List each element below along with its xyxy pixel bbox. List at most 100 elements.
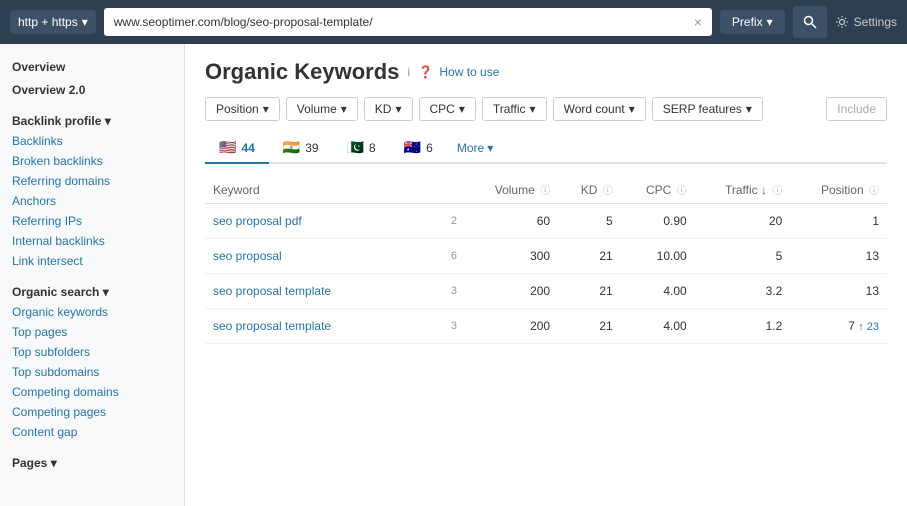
us-flag-icon: 🇺🇸 [219,139,236,156]
col-traffic: Traffic ↓ ⓘ [695,176,791,204]
position-cell: 7 ↑ 23 [790,309,887,344]
sidebar-item-top-subdomains[interactable]: Top subdomains [0,362,184,382]
tab-in[interactable]: 🇮🇳 39 [269,133,333,164]
cpc-cell: 10.00 [621,239,695,274]
more-button[interactable]: More ▾ [447,135,503,161]
keyword-cell: seo proposal pdf [205,204,425,239]
keyword-link[interactable]: seo proposal template [213,319,331,333]
kd-filter[interactable]: KD ▾ [364,97,413,121]
cpc-info-icon[interactable]: ⓘ [677,186,687,197]
settings-button[interactable]: Settings [835,15,897,29]
volume-cell: 200 [465,274,558,309]
col-kd: KD ⓘ [558,176,621,204]
title-info-icon[interactable]: i [407,65,410,79]
au-count: 6 [426,141,433,155]
sidebar-item-link-intersect[interactable]: Link intersect [0,251,184,271]
cpc-cell: 4.00 [621,274,695,309]
keyword-cell: seo proposal template [205,309,425,344]
volume-info-icon[interactable]: ⓘ [540,186,550,197]
traffic-filter[interactable]: Traffic ▾ [482,97,547,121]
volume-filter[interactable]: Volume ▾ [286,97,358,121]
sidebar-overview[interactable]: Overview [0,54,184,77]
protocol-chevron: ▾ [82,15,88,29]
sidebar-item-competing-domains[interactable]: Competing domains [0,382,184,402]
traffic-info-icon[interactable]: ⓘ [772,186,782,197]
sidebar: Overview Overview 2.0 Backlink profile ▾… [0,44,185,506]
cpc-cell: 4.00 [621,309,695,344]
col-cpc: CPC ⓘ [621,176,695,204]
protocol-label: http + https [18,15,78,29]
cpc-filter[interactable]: CPC ▾ [419,97,476,121]
sidebar-organic-search[interactable]: Organic search ▾ [0,279,184,302]
keyword-link[interactable]: seo proposal pdf [213,214,302,228]
how-to-use-link[interactable]: ❓ How to use [418,65,499,79]
sidebar-backlink-profile[interactable]: Backlink profile ▾ [0,108,184,131]
sidebar-item-organic-keywords[interactable]: Organic keywords [0,302,184,322]
table-row: seo proposal template 3 200 21 4.00 3.2 … [205,274,887,309]
sidebar-item-content-gap[interactable]: Content gap [0,422,184,442]
col-position: Position ⓘ [790,176,887,204]
kd-info-icon[interactable]: ⓘ [603,186,613,197]
position-cell: 13 [790,274,887,309]
wordcount-filter-chevron: ▾ [629,102,635,116]
serp-filter-chevron: ▾ [746,102,752,116]
sidebar-overview2[interactable]: Overview 2.0 [0,77,184,100]
tab-au[interactable]: 🇦🇺 6 [390,133,447,164]
keyword-link[interactable]: seo proposal [213,249,282,263]
traffic-cell: 5 [695,239,791,274]
table-row: seo proposal pdf 2 60 5 0.90 20 1 [205,204,887,239]
page-title: Organic Keywords [205,59,399,85]
keyword-link[interactable]: seo proposal template [213,284,331,298]
us-count: 44 [241,141,254,155]
keyword-cell: seo proposal [205,239,425,274]
prefix-select[interactable]: Prefix ▾ [720,10,785,34]
tab-us[interactable]: 🇺🇸 44 [205,133,269,164]
table-header-row: Keyword Volume ⓘ KD ⓘ CPC ⓘ [205,176,887,204]
position-filter[interactable]: Position ▾ [205,97,280,121]
protocol-select[interactable]: http + https ▾ [10,10,96,34]
traffic-cell: 1.2 [695,309,791,344]
filters-row: Position ▾ Volume ▾ KD ▾ CPC ▾ Traffic ▾… [205,97,887,121]
position-filter-chevron: ▾ [263,102,269,116]
sidebar-pages[interactable]: Pages ▾ [0,450,184,473]
search-icon [803,15,817,29]
volume-filter-label: Volume [297,102,337,116]
serp-filter[interactable]: SERP features ▾ [652,97,763,121]
col2-cell: 3 [425,309,465,344]
wordcount-filter-label: Word count [564,102,625,116]
in-count: 39 [305,141,318,155]
sidebar-item-broken-backlinks[interactable]: Broken backlinks [0,151,184,171]
sidebar-item-referring-domains[interactable]: Referring domains [0,171,184,191]
volume-cell: 300 [465,239,558,274]
url-close-icon[interactable]: × [694,14,702,30]
sidebar-item-competing-pages[interactable]: Competing pages [0,402,184,422]
col-keyword: Keyword [205,176,425,204]
prefix-chevron: ▾ [767,15,773,29]
position-extra: ↑ 23 [858,321,879,333]
sidebar-item-backlinks[interactable]: Backlinks [0,131,184,151]
position-cell: 13 [790,239,887,274]
kd-cell: 21 [558,239,621,274]
sidebar-item-anchors[interactable]: Anchors [0,191,184,211]
position-info-icon[interactable]: ⓘ [869,186,879,197]
search-button[interactable] [793,6,827,38]
keyword-cell: seo proposal template [205,274,425,309]
volume-cell: 200 [465,309,558,344]
sidebar-item-internal-backlinks[interactable]: Internal backlinks [0,231,184,251]
col-volume: Volume ⓘ [465,176,558,204]
sidebar-item-top-pages[interactable]: Top pages [0,322,184,342]
url-bar: www.seoptimer.com/blog/seo-proposal-temp… [104,8,712,36]
wordcount-filter[interactable]: Word count ▾ [553,97,646,121]
page-title-row: Organic Keywords i ❓ How to use [205,59,887,85]
tab-pk[interactable]: 🇵🇰 8 [333,133,390,164]
include-button[interactable]: Include [826,97,887,121]
kd-filter-chevron: ▾ [395,102,401,116]
sidebar-item-top-subfolders[interactable]: Top subfolders [0,342,184,362]
sidebar-item-referring-ips[interactable]: Referring IPs [0,211,184,231]
url-text: www.seoptimer.com/blog/seo-proposal-temp… [114,15,373,29]
settings-label: Settings [854,15,897,29]
pk-count: 8 [369,141,376,155]
in-flag-icon: 🇮🇳 [283,139,300,156]
cpc-cell: 0.90 [621,204,695,239]
col2-cell: 3 [425,274,465,309]
